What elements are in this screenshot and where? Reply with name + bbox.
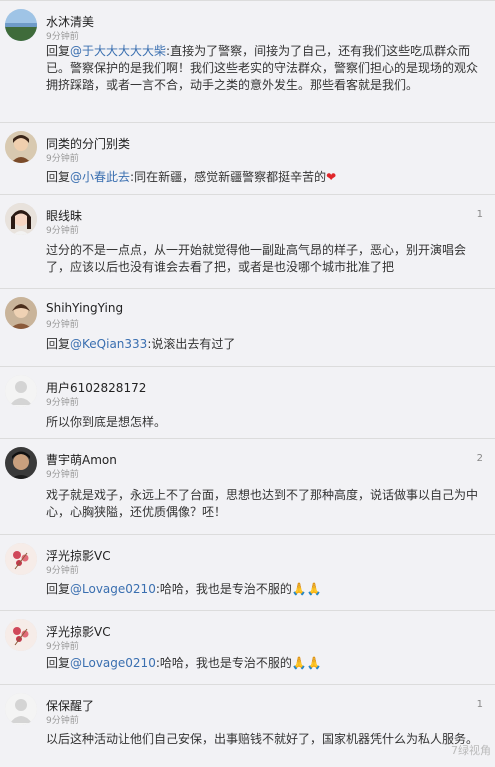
reply-prefix: 回复 bbox=[46, 656, 71, 670]
like-count[interactable]: 2 bbox=[477, 453, 483, 464]
commenter-name[interactable]: 用户6102828172 bbox=[46, 379, 146, 396]
avatar[interactable] bbox=[5, 447, 37, 479]
comment-time: 9分钟前 bbox=[46, 226, 79, 236]
comment-time: 9分钟前 bbox=[46, 716, 79, 726]
avatar[interactable] bbox=[5, 619, 37, 651]
comment-item: ShihYingYing 9分钟前 回复@KeQian333:说滚出去有过了 bbox=[0, 288, 495, 367]
comment-item: 水沐清美 9分钟前 回复@于大大大大大柴:直接为了警察，间接为了自己，还有我们这… bbox=[0, 0, 495, 123]
avatar[interactable] bbox=[5, 131, 37, 163]
comment-item: 浮光掠影VC 9分钟前 回复@Lovage0210:哈哈，我也是专治不服的🙏🙏 bbox=[0, 534, 495, 611]
commenter-name[interactable]: 眼线昧 bbox=[46, 207, 82, 224]
comment-text: 回复@KeQian333:说滚出去有过了 bbox=[46, 336, 483, 353]
mention-link[interactable]: @KeQian333 bbox=[70, 337, 147, 351]
comment-time: 9分钟前 bbox=[46, 566, 79, 576]
pray-emoji: 🙏🙏 bbox=[291, 656, 322, 670]
comment-body: :哈哈，我也是专治不服的 bbox=[155, 656, 292, 670]
comment-text: 回复@于大大大大大柴:直接为了警察，间接为了自己，还有我们这些吃瓜群众而已。警察… bbox=[46, 43, 483, 94]
reply-prefix: 回复 bbox=[46, 582, 71, 596]
comment-time: 9分钟前 bbox=[46, 642, 79, 652]
comment-item: 用户6102828172 9分钟前 所以你到底是想怎样。 bbox=[0, 366, 495, 439]
comment-item: 浮光掠影VC 9分钟前 回复@Lovage0210:哈哈，我也是专治不服的🙏🙏 bbox=[0, 610, 495, 685]
comment-text: 戏子就是戏子，永远上不了台面，思想也达到不了那种高度，说话做事以自己为中心，心胸… bbox=[46, 488, 479, 519]
watermark: 7绿视角 bbox=[451, 744, 491, 757]
avatar[interactable] bbox=[5, 9, 37, 41]
comment-text: 回复@Lovage0210:哈哈，我也是专治不服的🙏🙏 bbox=[46, 581, 483, 598]
avatar[interactable] bbox=[5, 203, 37, 235]
commenter-name[interactable]: 浮光掠影VC bbox=[46, 547, 111, 564]
mention-link[interactable]: @于大大大大大柴 bbox=[70, 44, 166, 58]
comment-body: :哈哈，我也是专治不服的 bbox=[155, 582, 292, 596]
like-count[interactable]: 1 bbox=[477, 209, 483, 220]
avatar[interactable] bbox=[5, 693, 37, 725]
comment-time: 9分钟前 bbox=[46, 320, 79, 330]
comment-text: 所以你到底是想怎样。 bbox=[46, 415, 167, 429]
commenter-name[interactable]: 同类的分门别类 bbox=[46, 135, 130, 152]
reply-prefix: 回复 bbox=[46, 44, 71, 58]
comment-text: 回复@Lovage0210:哈哈，我也是专治不服的🙏🙏 bbox=[46, 655, 483, 672]
comment-text: 以后这种活动让他们自己安保，出事赔钱不就好了，国家机器凭什么为私人服务。 bbox=[46, 732, 479, 746]
comment-item: 曹宇萌Amon 9分钟前 2 戏子就是戏子，永远上不了台面，思想也达到不了那种高… bbox=[0, 438, 495, 535]
heart-emoji: ❤ bbox=[326, 170, 337, 184]
avatar[interactable] bbox=[5, 297, 37, 329]
comment-time: 9分钟前 bbox=[46, 470, 79, 480]
comment-item: 同类的分门别类 9分钟前 回复@小春此去:同在新疆，感觉新疆警察都挺辛苦的❤ bbox=[0, 122, 495, 195]
comment-time: 9分钟前 bbox=[46, 32, 79, 42]
avatar[interactable] bbox=[5, 375, 37, 407]
commenter-name[interactable]: 保保醒了 bbox=[46, 697, 94, 714]
reply-prefix: 回复 bbox=[46, 337, 71, 351]
comment-item: 眼线昧 9分钟前 1 过分的不是一点点，从一开始就觉得他一副趾高气昂的样子，恶心… bbox=[0, 194, 495, 289]
like-count[interactable]: 1 bbox=[477, 699, 483, 710]
comment-body: :说滚出去有过了 bbox=[147, 337, 236, 351]
comment-body: :同在新疆，感觉新疆警察都挺辛苦的 bbox=[130, 170, 327, 184]
mention-link[interactable]: @小春此去 bbox=[70, 170, 130, 184]
comment-time: 9分钟前 bbox=[46, 398, 79, 408]
mention-link[interactable]: @Lovage0210 bbox=[70, 656, 156, 670]
commenter-name[interactable]: 水沐清美 bbox=[46, 13, 94, 30]
avatar[interactable] bbox=[5, 543, 37, 575]
comment-text: 过分的不是一点点，从一开始就觉得他一副趾高气昂的样子，恶心，别开演唱会了，应该以… bbox=[46, 243, 467, 274]
pray-emoji: 🙏🙏 bbox=[291, 582, 322, 596]
commenter-name[interactable]: ShihYingYing bbox=[46, 301, 123, 315]
mention-link[interactable]: @Lovage0210 bbox=[70, 582, 156, 596]
comment-time: 9分钟前 bbox=[46, 154, 79, 164]
comment-item: 保保醒了 9分钟前 1 以后这种活动让他们自己安保，出事赔钱不就好了，国家机器凭… bbox=[0, 684, 495, 767]
commenter-name[interactable]: 浮光掠影VC bbox=[46, 623, 111, 640]
commenter-name[interactable]: 曹宇萌Amon bbox=[46, 451, 117, 468]
comment-text: 回复@小春此去:同在新疆，感觉新疆警察都挺辛苦的❤ bbox=[46, 169, 483, 186]
reply-prefix: 回复 bbox=[46, 170, 71, 184]
